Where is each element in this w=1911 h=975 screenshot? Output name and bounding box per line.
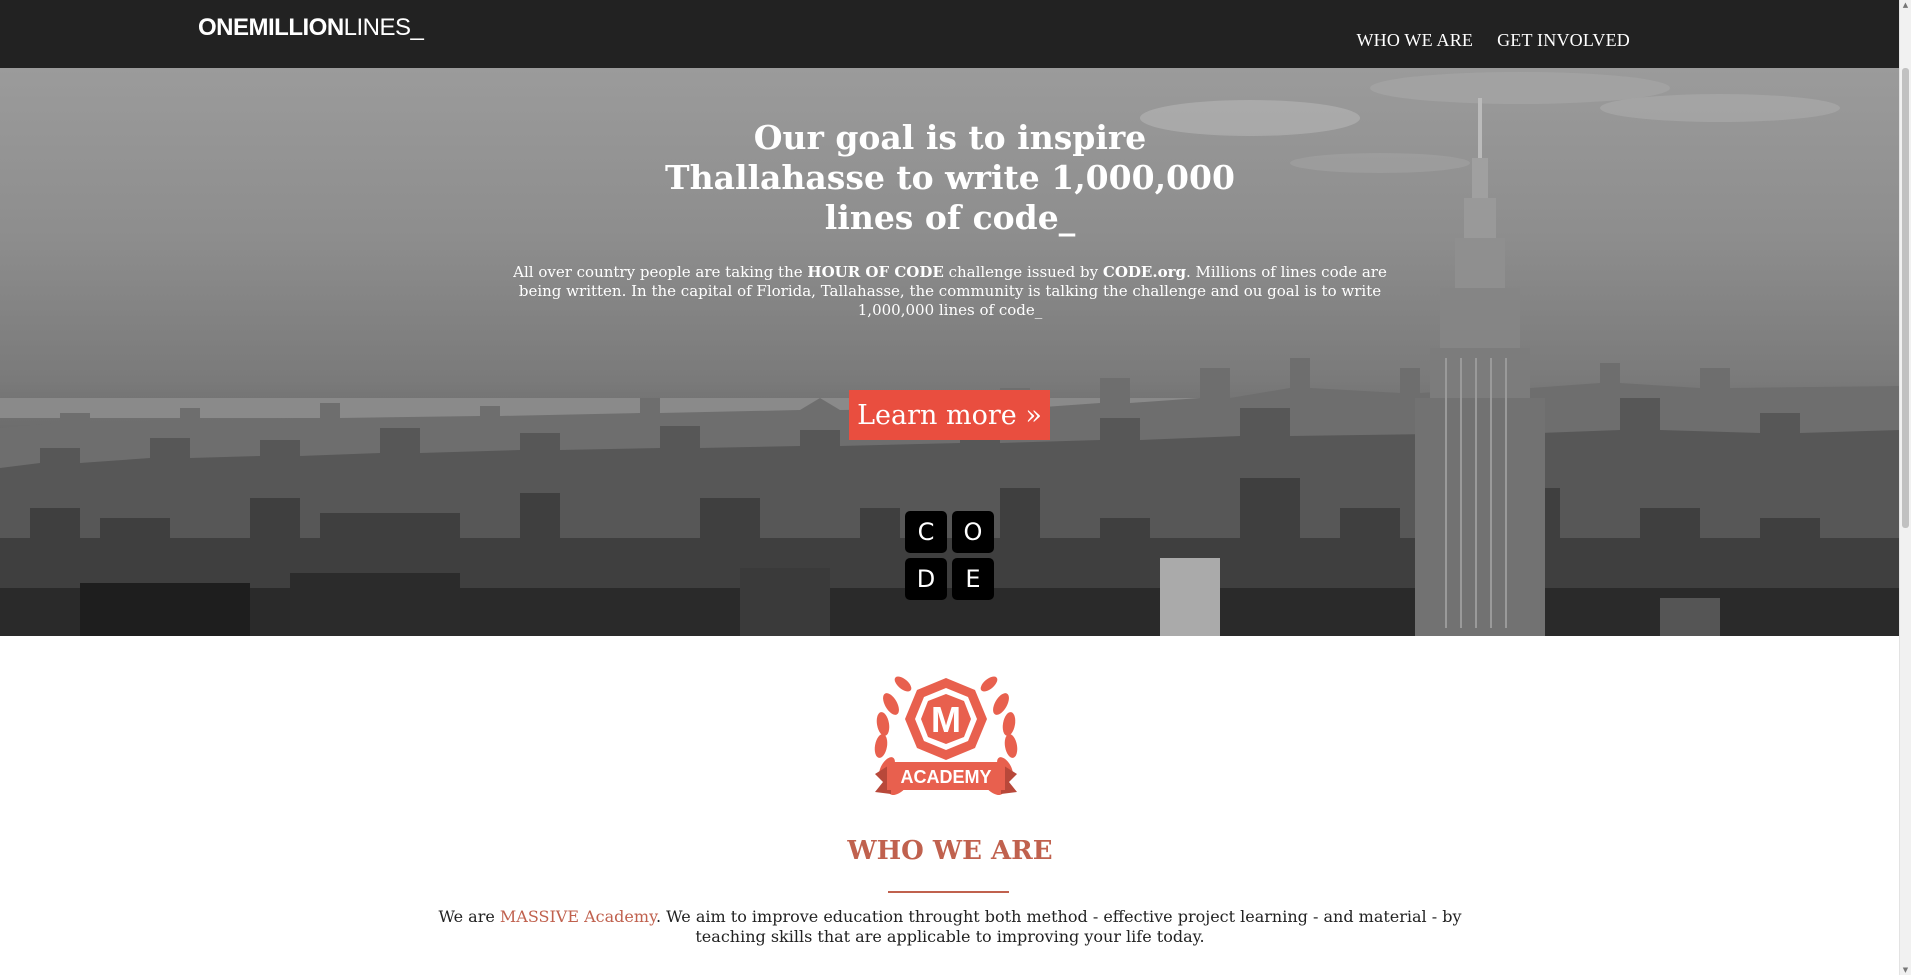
about-description: We are MASSIVE Academy. We aim to improv…	[420, 907, 1480, 947]
code-logo-letter-o: O	[952, 511, 994, 553]
nav-link-who-we-are[interactable]: WHO WE ARE	[1356, 30, 1473, 51]
code-logo-letter-d: D	[905, 558, 947, 600]
nav-link-get-involved[interactable]: GET INVOLVED	[1497, 30, 1630, 51]
massive-academy-link[interactable]: MASSIVE Academy	[500, 907, 656, 926]
massive-academy-logo: M ACADEMY	[874, 676, 1018, 795]
hero-description: All over country people are taking the H…	[495, 263, 1405, 320]
academy-logo-text: ACADEMY	[900, 767, 991, 787]
hero-text-part-2: challenge issued by	[943, 263, 1103, 281]
code-org-logo[interactable]: C O D E	[905, 511, 996, 602]
hero-text-code-org: CODE.org	[1102, 263, 1186, 281]
who-we-are-heading: WHO WE ARE	[847, 836, 1053, 866]
section-divider	[888, 891, 1009, 893]
scrollbar-thumb[interactable]	[1902, 68, 1909, 528]
hero-text-hour-of-code: HOUR OF CODE	[807, 263, 944, 281]
academy-logo-letter: M	[931, 699, 961, 740]
code-logo-letter-c: C	[905, 511, 947, 553]
about-text-part-2: . We aim to improve education throught b…	[655, 907, 1462, 946]
hero-title: Our goal is to inspire Thallahasse to wr…	[0, 118, 1900, 238]
scroll-up-arrow-icon[interactable]: ▲	[1901, 0, 1910, 10]
hero-title-line-2: Thallahasse to write 1,000,000	[665, 158, 1235, 197]
hero-title-line-3: lines of code_	[824, 198, 1076, 237]
learn-more-button[interactable]: Learn more »	[849, 390, 1050, 440]
page-scrollbar[interactable]: ▲ ▼	[1899, 0, 1911, 975]
code-logo-letter-e: E	[952, 558, 994, 600]
scroll-down-arrow-icon[interactable]: ▼	[1901, 965, 1910, 975]
about-text-part-1: We are	[438, 907, 500, 926]
nav-links: WHO WE ARE GET INVOLVED	[1356, 30, 1630, 51]
top-navbar: ONEMILLIONLINES_ WHO WE ARE GET INVOLVED	[0, 0, 1900, 68]
brand-logo-link[interactable]: ONEMILLIONLINES_	[198, 14, 424, 42]
brand-bold-text: ONEMILLION	[198, 14, 344, 41]
hero-title-line-1: Our goal is to inspire	[753, 118, 1147, 157]
hero-banner: Our goal is to inspire Thallahasse to wr…	[0, 68, 1900, 636]
brand-light-text: LINES_	[343, 14, 424, 41]
hero-text-part-1: All over country people are taking the	[513, 263, 808, 281]
